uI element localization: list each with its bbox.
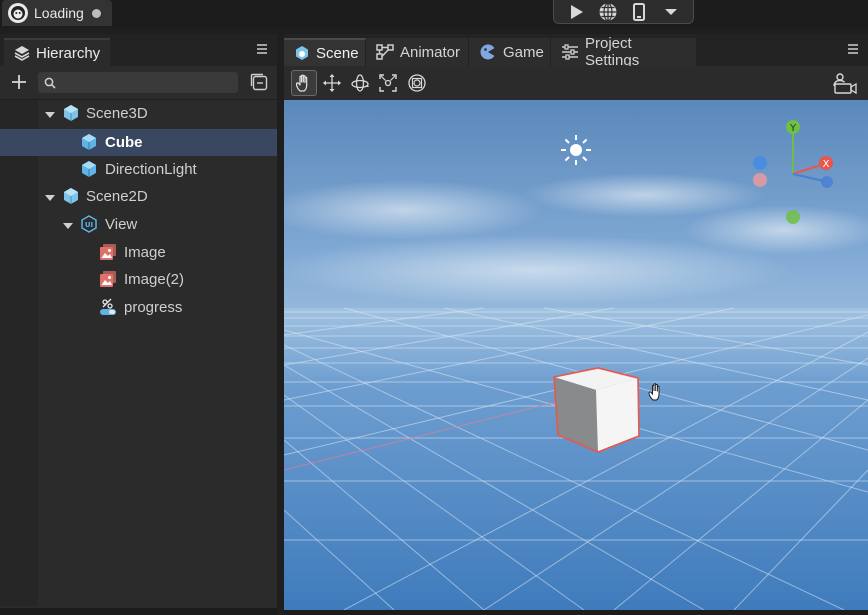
gizmo-y-label: Y <box>789 123 797 134</box>
layers-icon <box>14 45 30 61</box>
image-icon <box>99 243 117 261</box>
globe-icon[interactable] <box>596 2 620 22</box>
editor-tabbar: Scene Animator Game Project Settings <box>284 34 868 69</box>
scene-icon <box>294 44 310 62</box>
tab-project-settings[interactable]: Project Settings <box>551 35 697 69</box>
monkey-logo-icon <box>8 3 28 23</box>
scale-tool-icon[interactable] <box>375 70 401 96</box>
playback-toolbar <box>553 0 694 24</box>
tab-label: Scene <box>316 44 359 62</box>
sprite3d-icon <box>80 133 98 151</box>
scene-viewport[interactable]: Y X <box>284 100 868 610</box>
expand-arrow-icon[interactable] <box>44 108 56 120</box>
tree-item-label: progress <box>124 299 183 316</box>
add-node-button[interactable] <box>9 72 31 94</box>
hierarchy-bottom-strip <box>0 608 277 615</box>
gizmo-z-axis[interactable] <box>821 176 833 188</box>
progress-icon <box>99 298 117 316</box>
chevron-down-icon[interactable] <box>659 2 683 22</box>
tab-hierarchy-label: Hierarchy <box>36 44 101 62</box>
tree-item-image-2[interactable]: Image(2) <box>0 266 277 293</box>
tree-item-image[interactable]: Image <box>0 239 277 266</box>
hand-tool-icon[interactable] <box>291 70 317 96</box>
search-input[interactable] <box>62 75 232 90</box>
play-icon[interactable] <box>564 2 588 22</box>
tree-item-label: Scene2D <box>86 188 148 205</box>
tab-label: Animator <box>400 43 461 61</box>
gizmo-neg-y-axis[interactable] <box>786 210 800 224</box>
gizmo-x-label: X <box>823 159 830 170</box>
hierarchy-tree: Scene3D Cube DirectionLight Scene2D UI V… <box>0 100 277 606</box>
tree-item-label: DirectionLight <box>105 161 197 178</box>
hierarchy-menu-icon[interactable] <box>256 42 272 58</box>
rotate-tool-icon[interactable] <box>347 70 373 96</box>
tree-item-label: Image(2) <box>124 271 185 288</box>
tree-item-scene3d[interactable]: Scene3D <box>0 100 277 127</box>
image-icon <box>99 270 117 288</box>
direction-light-gizmo-icon[interactable] <box>561 135 591 165</box>
hierarchy-toolbar <box>0 66 277 100</box>
ui-view-icon: UI <box>80 215 98 233</box>
scene2d-icon <box>62 187 80 205</box>
tree-item-label: Image <box>124 244 166 261</box>
expand-arrow-icon[interactable] <box>44 191 56 203</box>
tree-item-view[interactable]: UI View <box>0 211 277 238</box>
orientation-gizmo[interactable] <box>792 130 825 182</box>
camera-tool-icon[interactable] <box>830 70 860 96</box>
hierarchy-search <box>38 72 238 93</box>
tree-item-label: Scene3D <box>86 105 148 122</box>
animator-icon <box>376 43 394 61</box>
move-tool-icon[interactable] <box>319 70 345 96</box>
scene-panel: Scene Animator Game Project Settings Y X <box>284 34 868 615</box>
scene-toolbar <box>284 66 868 100</box>
tree-item-progress[interactable]: progress <box>0 294 277 321</box>
tree-item-label: View <box>105 216 138 233</box>
scene-bottom-strip <box>284 610 868 615</box>
gizmo-neg-z-axis[interactable] <box>753 156 767 170</box>
tab-label: Game <box>503 43 544 61</box>
game-icon <box>479 43 497 61</box>
tab-hierarchy[interactable]: Hierarchy <box>4 38 111 66</box>
loading-indicator-dot <box>91 8 101 18</box>
tree-item-directionlight[interactable]: DirectionLight <box>0 156 277 183</box>
tree-item-scene2d[interactable]: Scene2D <box>0 183 277 210</box>
tab-animator[interactable]: Animator <box>366 38 469 66</box>
sprite3d-icon <box>80 160 98 178</box>
collapse-all-icon[interactable] <box>249 72 271 94</box>
scene3d-icon <box>62 104 80 122</box>
hierarchy-panel: Hierarchy Scene3D Cube DirectionLight Sc… <box>0 34 277 615</box>
tree-item-cube[interactable]: Cube <box>0 129 277 156</box>
phone-icon[interactable] <box>627 2 651 22</box>
gizmo-neg-x-axis[interactable] <box>753 173 767 187</box>
scene-menu-icon[interactable] <box>847 42 863 58</box>
project-tab[interactable]: Loading <box>2 0 112 26</box>
scene-render: Y X <box>284 120 868 610</box>
expand-arrow-icon[interactable] <box>62 219 74 231</box>
tab-game[interactable]: Game <box>469 38 551 66</box>
tree-item-label: Cube <box>105 134 143 151</box>
settings-sliders-icon <box>561 43 579 61</box>
tab-label: Project Settings <box>585 35 640 69</box>
svg-text:UI: UI <box>85 221 93 229</box>
tab-scene[interactable]: Scene <box>284 38 366 66</box>
search-icon <box>44 77 56 89</box>
hierarchy-tabbar: Hierarchy <box>0 34 277 66</box>
title-bar: Loading <box>0 0 868 28</box>
project-title: Loading <box>34 5 84 21</box>
rect-tool-icon[interactable] <box>404 70 430 96</box>
cube-object[interactable] <box>553 367 640 453</box>
